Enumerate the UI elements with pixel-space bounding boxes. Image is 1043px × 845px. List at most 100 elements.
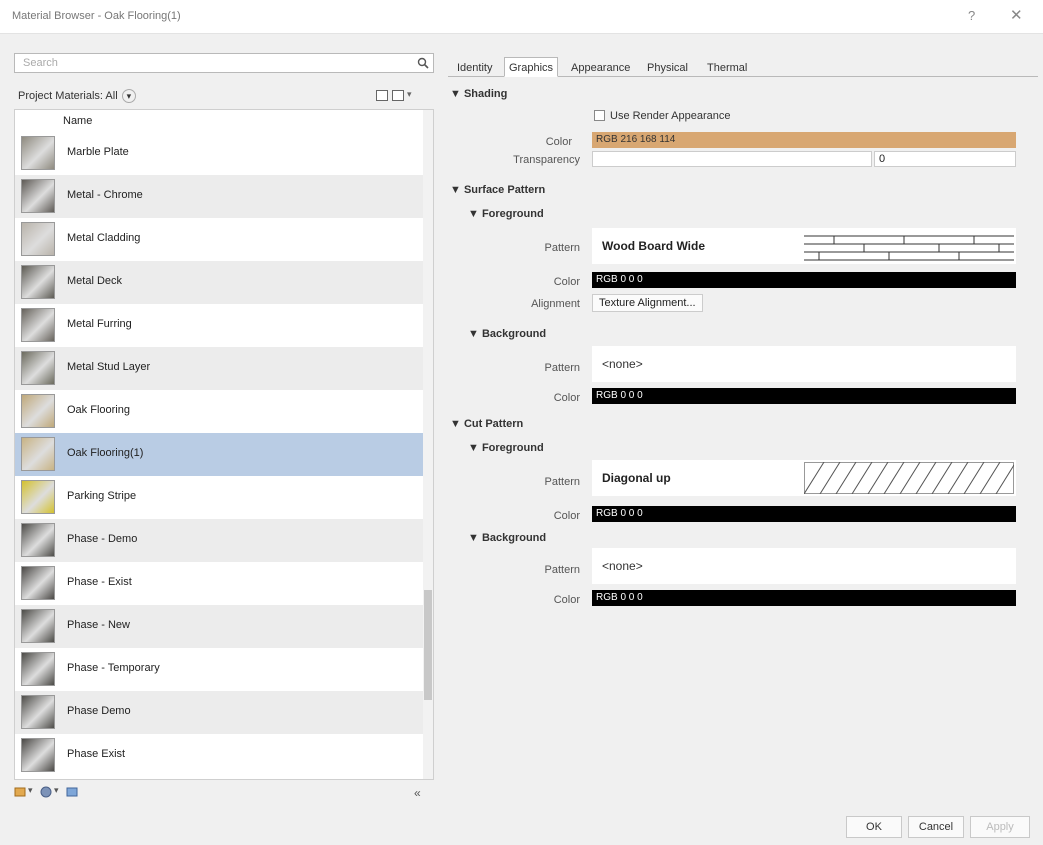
material-list-item[interactable]: Metal Deck (15, 261, 423, 304)
search-placeholder: Search (23, 57, 58, 69)
list-view-icon[interactable] (392, 90, 404, 101)
material-list-item[interactable]: Phase Demo (15, 691, 423, 734)
material-thumbnail (21, 437, 55, 471)
cut-foreground-title[interactable]: ▼ Foreground (468, 442, 544, 454)
material-thumbnail (21, 394, 55, 428)
material-list-item[interactable]: Phase - Exist (15, 562, 423, 605)
material-list-item[interactable]: Phase - New (15, 605, 423, 648)
material-thumbnail (21, 480, 55, 514)
transparency-slider[interactable] (592, 151, 872, 167)
view-icon[interactable] (376, 90, 388, 101)
material-name: Metal Furring (67, 318, 132, 330)
use-render-appearance-checkbox[interactable] (594, 110, 605, 121)
material-list-item[interactable]: Oak Flooring(1) (15, 433, 423, 476)
material-thumbnail (21, 308, 55, 342)
surface-foreground-title[interactable]: ▼ Foreground (468, 208, 544, 220)
material-list-item[interactable]: Metal - Chrome (15, 175, 423, 218)
close-button[interactable]: ✕ (1010, 6, 1023, 24)
tab-identity[interactable]: Identity (452, 57, 497, 77)
shading-section-title[interactable]: ▼ Shading (450, 88, 507, 100)
collapse-panel-button[interactable]: « (414, 786, 421, 800)
material-list-item[interactable]: Phase - Temporary (15, 648, 423, 691)
material-list-item[interactable]: Parking Stripe (15, 476, 423, 519)
asset-browser-icon[interactable] (66, 786, 78, 798)
material-list-item[interactable]: Metal Cladding (15, 218, 423, 261)
surface-background-title[interactable]: ▼ Background (468, 328, 546, 340)
apply-button[interactable]: Apply (970, 816, 1030, 838)
search-input[interactable]: Search (14, 53, 434, 73)
cancel-button[interactable]: Cancel (908, 816, 964, 838)
cut-bg-pattern-field[interactable]: <none> (592, 548, 1016, 584)
surface-bg-color-swatch[interactable]: RGB 0 0 0 (592, 388, 1016, 404)
surface-pattern-section-title[interactable]: ▼ Surface Pattern (450, 184, 545, 196)
tab-physical[interactable]: Physical (642, 57, 693, 77)
cut-fg-pattern-field[interactable]: Diagonal up (592, 460, 1016, 496)
bottom-toolbar: ▾ ▾ « (14, 784, 434, 802)
search-icon[interactable] (417, 57, 429, 69)
project-materials-filter[interactable]: Project Materials: All ▾ (14, 86, 140, 106)
surface-bg-pattern-field[interactable]: <none> (592, 346, 1016, 382)
material-name: Phase Demo (67, 705, 131, 717)
material-dropdown-icon[interactable]: ▾ (54, 785, 59, 796)
cut-bg-pattern-label: Pattern (544, 564, 580, 576)
material-thumbnail (21, 652, 55, 686)
shading-color-label: Color (545, 136, 572, 148)
surface-fg-color-swatch[interactable]: RGB 0 0 0 (592, 272, 1016, 288)
material-thumbnail (21, 609, 55, 643)
cut-bg-pattern-value: <none> (602, 559, 643, 573)
scrollbar-thumb[interactable] (424, 590, 432, 700)
material-thumbnail (21, 136, 55, 170)
cut-bg-color-label: Color (553, 594, 580, 606)
cut-fg-color-swatch[interactable]: RGB 0 0 0 (592, 506, 1016, 522)
surface-bg-pattern-value: <none> (602, 357, 643, 371)
cut-fg-pattern-label: Pattern (544, 476, 580, 488)
material-name: Metal Deck (67, 275, 123, 287)
material-name: Metal - Chrome (67, 189, 143, 201)
list-header[interactable]: Name (15, 110, 423, 132)
transparency-label: Transparency (513, 154, 580, 166)
window-title: Material Browser - Oak Flooring(1) (12, 10, 181, 22)
name-column-header: Name (63, 115, 93, 127)
view-options-icon[interactable]: ▾ (407, 89, 412, 100)
texture-alignment-button[interactable]: Texture Alignment... (592, 294, 703, 312)
tab-appearance[interactable]: Appearance (566, 57, 635, 77)
material-list-item[interactable]: Phase - Demo (15, 519, 423, 562)
material-list-item[interactable]: Metal Furring (15, 304, 423, 347)
cut-background-title[interactable]: ▼ Background (468, 532, 546, 544)
filter-dropdown-icon[interactable]: ▾ (121, 89, 137, 103)
shading-color-swatch[interactable]: RGB 216 168 114 (592, 132, 1016, 148)
cut-bg-color-value: RGB 0 0 0 (596, 592, 643, 603)
material-thumbnail (21, 738, 55, 772)
material-list: Name Marble Plate Metal - Chrome Metal Cla… (14, 109, 434, 780)
surface-fg-color-label: Color (553, 276, 580, 288)
cut-bg-color-swatch[interactable]: RGB 0 0 0 (592, 590, 1016, 606)
transparency-value-field[interactable]: 0 (874, 151, 1016, 167)
ok-button[interactable]: OK (846, 816, 902, 838)
material-name: Phase Exist (67, 748, 126, 760)
material-list-item[interactable]: Oak Flooring (15, 390, 423, 433)
material-name: Oak Flooring (67, 404, 130, 416)
list-scrollbar[interactable] (423, 110, 433, 779)
tab-thermal[interactable]: Thermal (702, 57, 752, 77)
material-name: Parking Stripe (67, 490, 137, 502)
material-name: Phase - Demo (67, 533, 138, 545)
material-name: Metal Cladding (67, 232, 141, 244)
help-button[interactable]: ? (968, 8, 975, 23)
material-icon[interactable] (40, 786, 52, 798)
surface-fg-color-value: RGB 0 0 0 (596, 274, 643, 285)
tab-bar: Identity Graphics Appearance Physical Th… (448, 57, 1038, 77)
material-name: Marble Plate (67, 146, 129, 158)
cut-pattern-section-title[interactable]: ▼ Cut Pattern (450, 418, 523, 430)
library-dropdown-icon[interactable]: ▾ (28, 785, 33, 796)
material-list-item[interactable]: Marble Plate (15, 132, 423, 175)
material-list-item[interactable]: Phase Exist (15, 734, 423, 777)
surface-bg-pattern-label: Pattern (544, 362, 580, 374)
shading-color-value: RGB 216 168 114 (596, 134, 676, 145)
material-thumbnail (21, 222, 55, 256)
title-bar: Material Browser - Oak Flooring(1) ? ✕ (0, 0, 1043, 34)
material-thumbnail (21, 695, 55, 729)
library-icon[interactable] (14, 786, 26, 798)
material-list-item[interactable]: Metal Stud Layer (15, 347, 423, 390)
tab-graphics[interactable]: Graphics (504, 57, 559, 77)
surface-fg-pattern-field[interactable]: Wood Board Wide (592, 228, 1016, 264)
